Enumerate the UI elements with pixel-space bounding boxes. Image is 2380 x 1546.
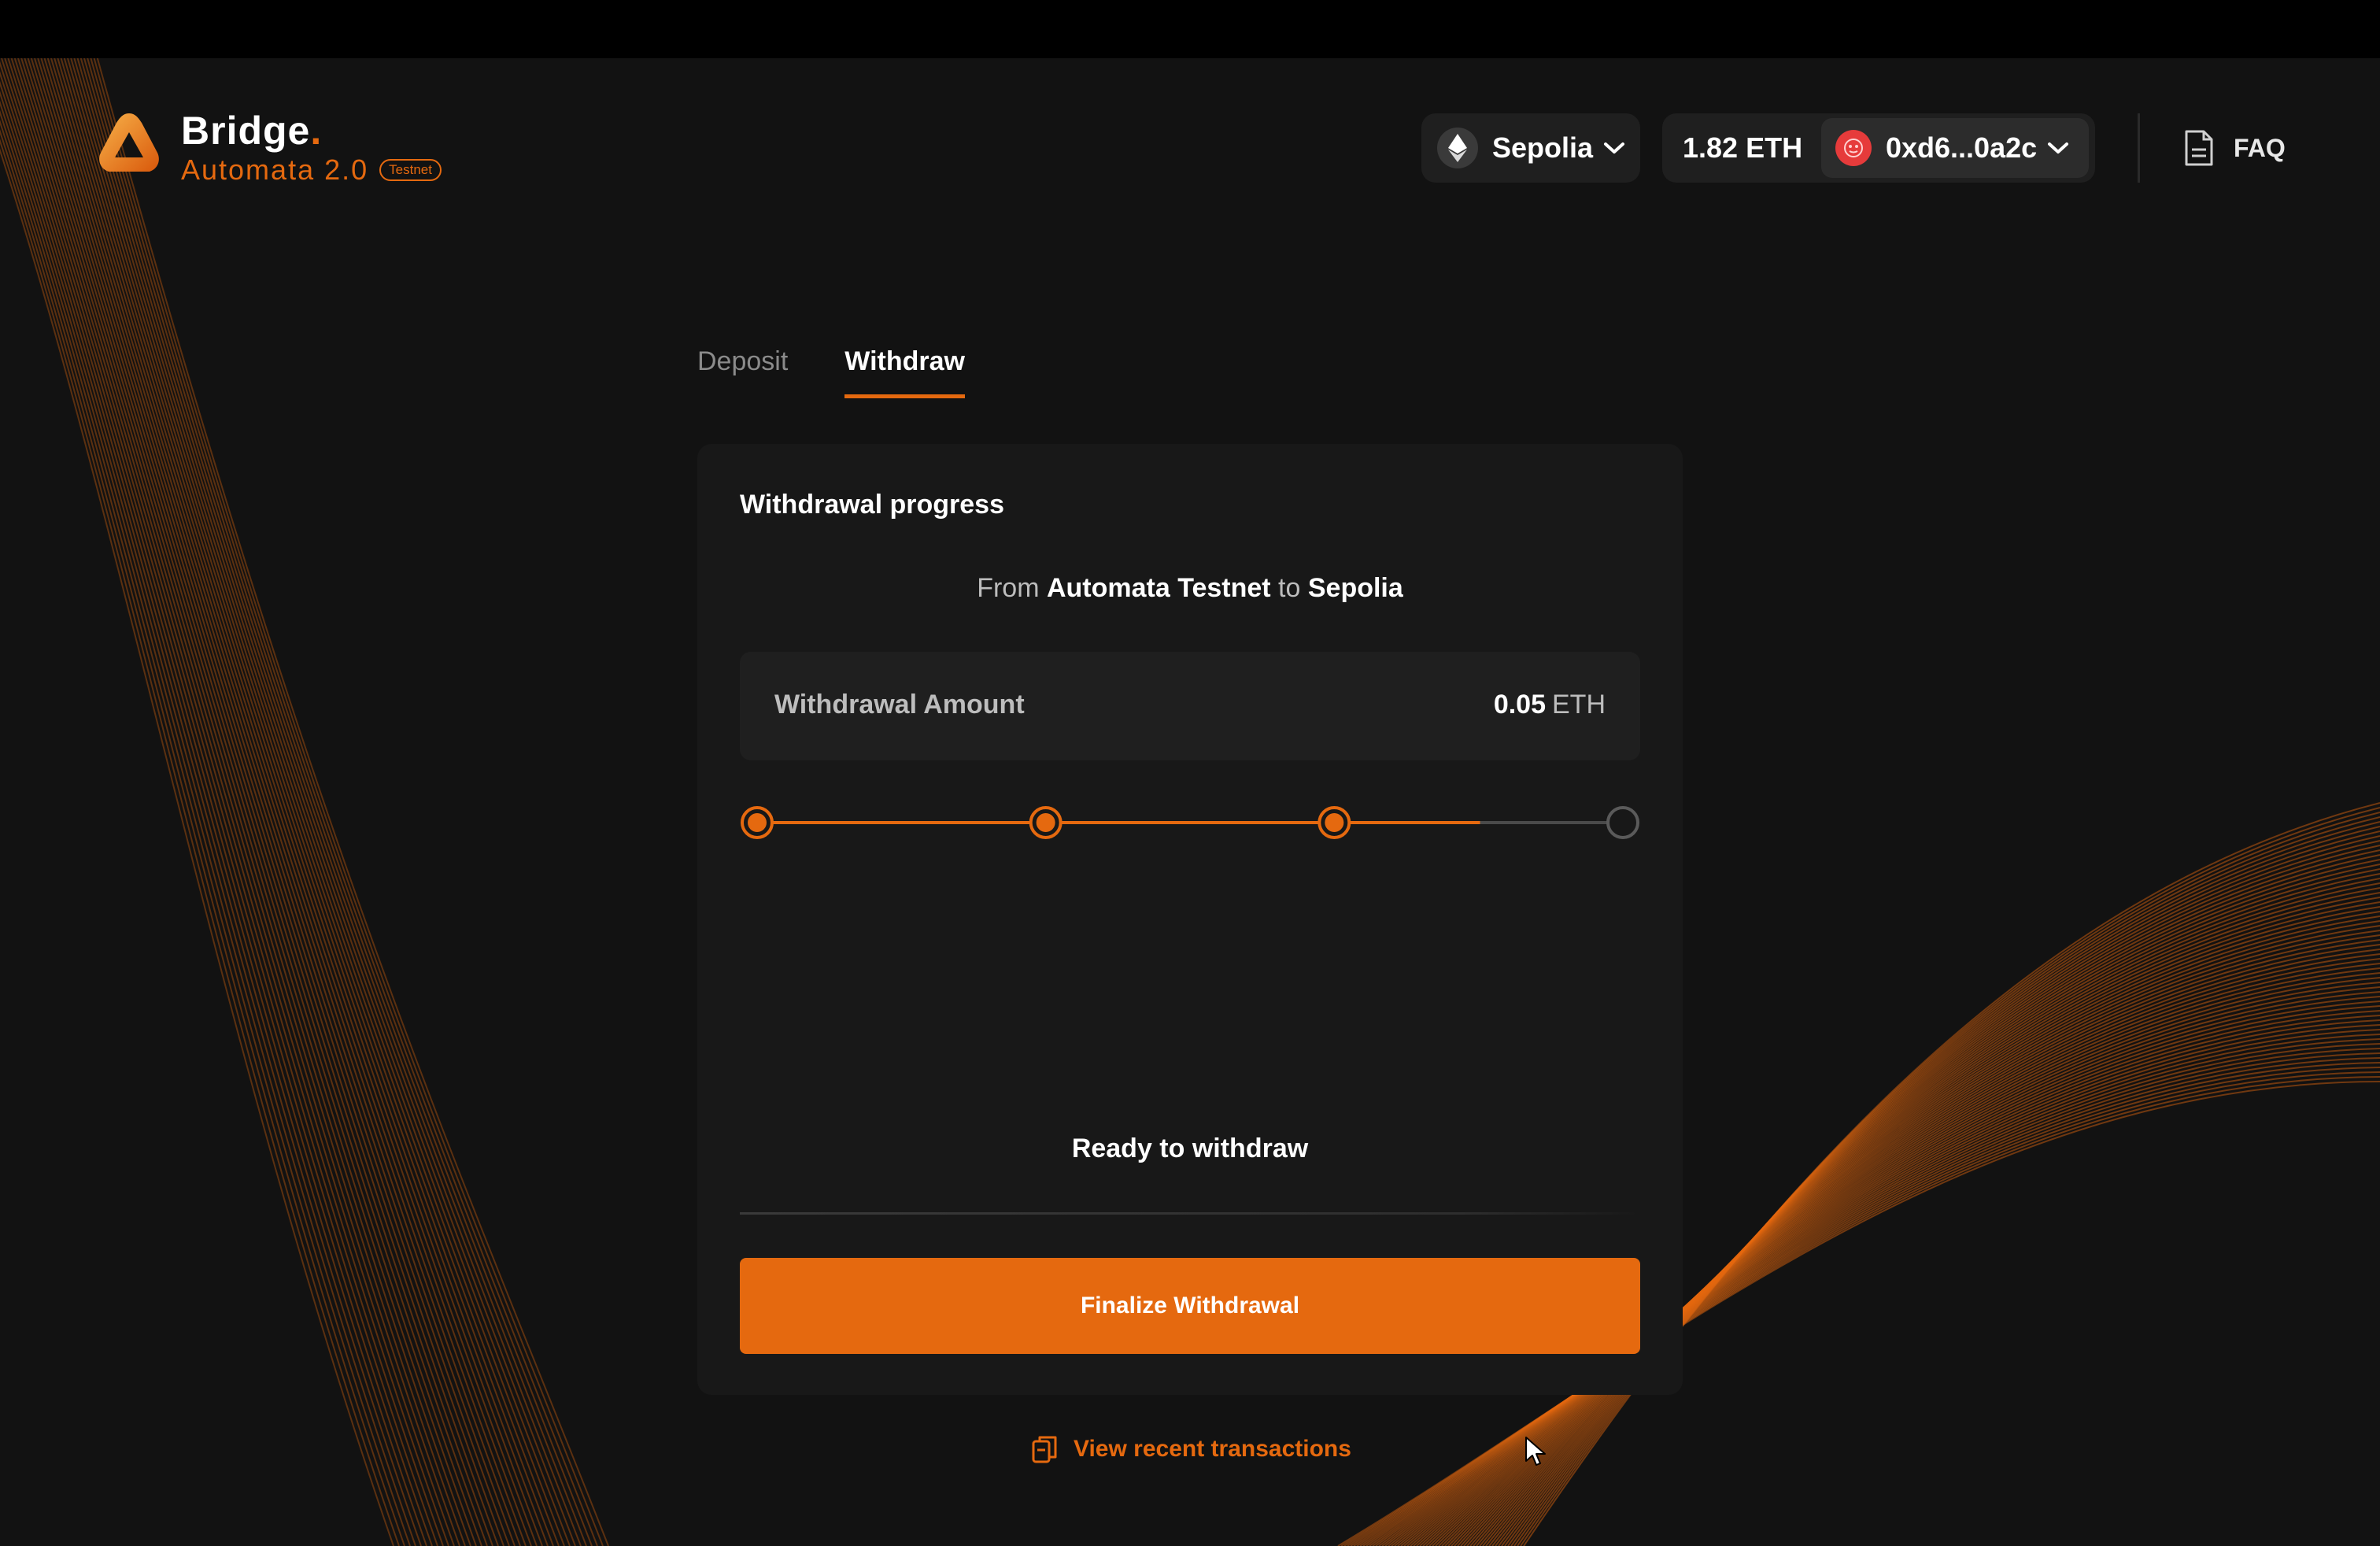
header-divider: [2138, 113, 2140, 183]
view-recent-transactions-link[interactable]: View recent transactions: [1031, 1434, 1351, 1464]
wallet-address: 0xd6...0a2c: [1886, 131, 2038, 164]
wave-line: [54, 58, 538, 1546]
logo-title: Bridge.: [181, 109, 323, 153]
wave-line: [0, 129, 405, 1546]
wave-line: [30, 58, 499, 1546]
tab-deposit[interactable]: Deposit: [697, 346, 788, 398]
route-text: From Automata Testnet to Sepolia: [977, 573, 1403, 603]
finalize-withdrawal-button[interactable]: Finalize Withdrawal: [740, 1258, 1640, 1354]
chevron-down-icon: [2048, 142, 2069, 153]
top-bar: [0, 0, 2380, 58]
wave-line: [0, 61, 444, 1546]
eth-balance: 1.82 ETH: [1683, 131, 1803, 164]
brand-logo[interactable]: Bridge. Automata 2.0 Testnet: [94, 109, 442, 186]
network-name: Sepolia: [1492, 131, 1594, 164]
card-title: Withdrawal progress: [740, 490, 1004, 520]
wave-line: [20, 58, 482, 1546]
wave-line: [0, 80, 433, 1546]
amount-value: 0.05 ETH: [1493, 690, 1606, 719]
wave-line: [0, 148, 394, 1546]
wallet-avatar-icon: [1835, 130, 1872, 166]
copy-icon: [1032, 1436, 1057, 1463]
wave-line: [40, 58, 516, 1546]
wave-line: [90, 58, 598, 1546]
wave-line: [79, 58, 582, 1546]
document-icon: [2185, 130, 2213, 166]
tab-bar: Deposit Withdraw: [697, 346, 1022, 398]
wave-line: [37, 58, 510, 1546]
wave-line: [63, 58, 554, 1546]
wave-line: [76, 58, 576, 1546]
wave-line: [93, 58, 604, 1546]
wave-line: [24, 58, 488, 1546]
source-network: Automata Testnet: [1046, 573, 1271, 603]
progress-step-dot: [748, 813, 767, 832]
wave-line: [70, 58, 565, 1546]
wave-line: [0, 100, 422, 1546]
wave-line: [13, 58, 471, 1546]
account-selector[interactable]: 0xd6...0a2c: [1821, 118, 2089, 178]
progress-step-dot: [1036, 813, 1055, 832]
wave-line: [0, 91, 427, 1546]
progress-stepper: [741, 806, 1639, 839]
logo-subtitle: Automata 2.0: [181, 153, 369, 186]
wave-line: [46, 58, 527, 1546]
faq-label: FAQ: [2234, 133, 2286, 162]
wave-line: [73, 58, 571, 1546]
wave-line: [0, 71, 438, 1546]
wave-line: [7, 58, 460, 1546]
wave-line: [17, 58, 477, 1546]
status-text: Ready to withdraw: [1071, 1134, 1309, 1163]
wave-line: [57, 58, 543, 1546]
wave-line: [34, 58, 504, 1546]
progress-step-dot: [1325, 813, 1344, 832]
divider: [740, 1212, 1640, 1215]
network-selector[interactable]: Sepolia: [1421, 113, 1640, 183]
destination-network: Sepolia: [1307, 573, 1403, 603]
wave-line: [67, 58, 560, 1546]
tab-withdraw[interactable]: Withdraw: [844, 346, 965, 398]
triangle-logo-icon: [99, 113, 159, 172]
wave-line: [83, 58, 587, 1546]
wave-line: [10, 58, 466, 1546]
withdrawal-card: Withdrawal progress From Automata Testne…: [697, 444, 1683, 1395]
wave-line: [60, 58, 549, 1546]
amount-panel: Withdrawal Amount 0.05 ETH: [740, 652, 1640, 760]
wave-line: [87, 58, 593, 1546]
wave-line: [0, 109, 416, 1546]
wave-line: [4, 58, 455, 1546]
wave-line: [0, 119, 411, 1546]
recent-transactions-label: View recent transactions: [1074, 1436, 1351, 1462]
mouse-cursor-icon: [1525, 1437, 1546, 1466]
ethereum-icon: [1437, 128, 1478, 168]
testnet-badge: Testnet: [379, 159, 442, 181]
faq-link[interactable]: FAQ: [2183, 124, 2286, 172]
wave-line: [50, 58, 532, 1546]
wallet-panel: 1.82 ETH 0xd6...0a2c: [1662, 113, 2095, 183]
wave-line: [43, 58, 521, 1546]
progress-step-pending: [1606, 806, 1639, 839]
wave-line: [0, 138, 400, 1546]
chevron-down-icon: [1604, 142, 1625, 153]
wave-line: [27, 58, 493, 1546]
wave-line: [1, 58, 449, 1546]
wave-line: [96, 58, 609, 1546]
amount-label: Withdrawal Amount: [774, 690, 1025, 719]
